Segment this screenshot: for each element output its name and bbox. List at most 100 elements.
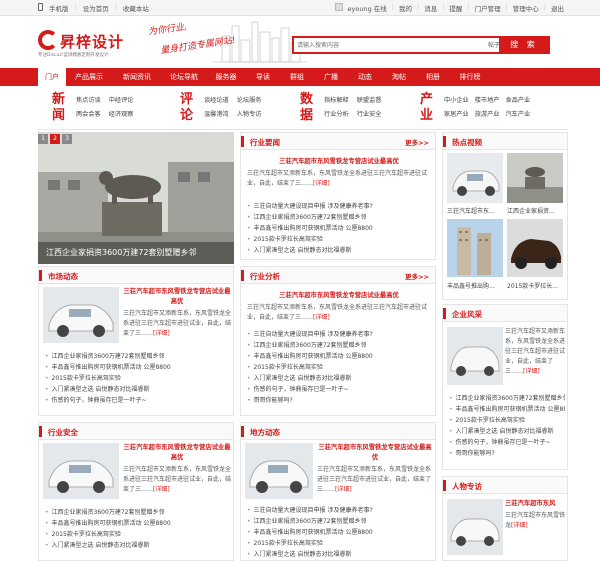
subnav-link[interactable]: 中小企业 [444,95,469,104]
portal-manage-link[interactable]: 门户管理 [475,3,501,13]
subnav-link[interactable]: 家居产业 [444,109,469,118]
list-item[interactable]: 入门紧凑型之选 启悦静态对比福睿斯 [449,426,565,437]
list-item[interactable]: 入门紧凑型之选 启悦静态对比福睿斯 [45,540,229,551]
subnav-link[interactable]: 焦点访谈 [76,95,101,104]
list-item[interactable]: 2015款卡罗拉长高驾实验 [45,529,229,540]
search-input[interactable] [294,38,474,52]
video-caption[interactable]: 三荘汽车超市东... [447,206,495,215]
headline-link[interactable]: 三荘汽车超市东风 [505,499,565,509]
nav-album[interactable]: 相册 [416,68,450,86]
list-item[interactable]: 2015款卡罗拉长高驾实验 [247,538,431,549]
nav-portal[interactable]: 门户 [38,68,66,86]
list-item[interactable]: 入门紧凑型之选 启悦静态对比福睿斯 [247,549,431,560]
more-link[interactable]: 更多>> [405,137,429,147]
slide-page-3[interactable]: 3 [62,134,72,144]
list-item[interactable]: 丰品鑫号推出购房可获钢机票活动 公厘8800 [247,527,431,538]
article-image[interactable] [447,499,503,555]
list-item[interactable]: 入门紧凑型之选 启悦静态对比福睿斯 [247,373,431,384]
subnav-link[interactable]: 人物专访 [237,109,262,118]
headline-link[interactable]: 三荘汽车超市东风雪铁龙专营店试业最高优 [245,291,433,301]
slide-page-2[interactable]: 2 [50,134,60,144]
subnav-link[interactable]: 谈经论道 [204,95,229,104]
article-image[interactable] [43,443,119,499]
subnav-link[interactable]: 指标解释 [324,95,349,104]
subnav-link[interactable]: 论坛服务 [237,95,262,104]
nav-feed[interactable]: 动态 [348,68,382,86]
search-button[interactable]: 搜 索 [499,36,549,54]
video-thumb[interactable] [447,153,503,203]
headline-link[interactable]: 三荘汽车超市东风雪铁龙专营店试业最高优 [317,443,433,463]
detail-link[interactable]: [详细] [153,330,170,337]
subnav-link[interactable]: 联盟监督 [357,95,382,104]
list-item[interactable]: 丰品鑫号推出购房可获钢机票活动 公厘8800 [45,362,229,373]
list-item[interactable]: 入门紧凑型之选 启悦静态对比福睿斯 [247,245,431,256]
subnav-link[interactable]: 行业分析 [324,109,349,118]
user-avatar[interactable] [334,3,343,11]
list-item[interactable]: 江西企业家捐资3600万建72套别墅赠乡邻 [45,351,229,362]
subnav-link[interactable]: 行业安全 [357,109,382,118]
nav-forum[interactable]: 论坛导航 [162,68,206,86]
list-item[interactable]: 哥哥你能够吗? [247,395,431,406]
list-item[interactable]: 江西企业家捐资3600万建72套别墅赠乡邻 [247,516,431,527]
video-thumb[interactable] [447,219,503,277]
subnav-link[interactable]: 旅游产业 [475,109,500,118]
list-item[interactable]: 三荘自动量大建设现目申报 涉及健康养老事? [247,201,431,212]
list-item[interactable]: 伤感的句子，钟鼎虽存已是一叶子~ [45,395,229,406]
list-item[interactable]: 伤感的句子，钟鼎虽存已是一叶子~ [449,437,565,448]
video-thumb[interactable] [507,219,563,277]
headline-link[interactable]: 三荘汽车超市东风雪铁龙专营店试业最高优 [123,287,231,307]
list-item[interactable]: 三荘自动量大建设现目申报 涉及健康养老事? [247,505,431,516]
detail-link[interactable]: [详细] [153,486,170,493]
nav-server[interactable]: 服务器 [206,68,246,86]
detail-link[interactable]: [详细] [523,368,540,375]
video-caption[interactable]: 江西企业家捐资... [507,206,555,215]
admin-center-link[interactable]: 管理中心 [513,3,539,13]
list-item[interactable]: 2015款卡罗拉长高驾实验 [247,362,431,373]
video-caption[interactable]: 丰品鑫号推出购... [447,281,495,290]
subnav-link[interactable]: 经济观察 [109,109,134,118]
list-item[interactable]: 江西企业家捐资3600万建72套别墅赠乡邻 [449,393,565,404]
detail-link[interactable]: [详细] [511,522,528,529]
list-item[interactable]: 江西企业家捐资3600万建72套别墅赠乡邻 [247,340,431,351]
notices-link[interactable]: 提醒 [449,3,462,13]
subnav-link[interactable]: 食品产业 [506,95,531,104]
bookmark-link[interactable]: 收藏本站 [123,3,149,13]
nav-guide[interactable]: 导读 [246,68,280,86]
messages-link[interactable]: 消息 [424,3,437,13]
nav-broadcast[interactable]: 广播 [314,68,348,86]
list-item[interactable]: 丰品鑫号推出购房可获钢机票活动 公厘8800 [247,351,431,362]
logout-link[interactable]: 退出 [551,3,564,13]
slide-page-1[interactable]: 1 [38,134,48,144]
nav-ranking[interactable]: 排行榜 [450,68,490,86]
subnav-link[interactable]: 中经评论 [109,95,134,104]
detail-link[interactable]: [详细] [335,486,352,493]
list-item[interactable]: 丰品鑫号推出购房可获钢机票活动 公厘8800 [247,223,431,234]
list-item[interactable]: 丰品鑫号推出购房可获钢机票活动 公厘8800 [45,518,229,529]
username-status[interactable]: eyoung 在线 [348,3,387,13]
list-item[interactable]: 丰品鑫号推出购房可获钢机票活动 公厘8800 [449,404,565,415]
site-logo[interactable]: 昇梓设计 专注Discuz!蓝绿模板定制开发设计 [38,30,128,60]
mobile-link[interactable]: 手机版 [49,3,69,13]
nav-products[interactable]: 产品展示 [66,68,112,86]
detail-link[interactable]: [详细] [313,180,330,187]
my-link[interactable]: 我的 [399,3,412,13]
list-item[interactable]: 2015款卡罗拉长高驾实验 [247,234,431,245]
list-item[interactable]: 伤感的句子，钟鼎虽存已是一叶子~ [247,384,431,395]
subnav-link[interactable]: 汽车产业 [506,109,531,118]
list-item[interactable]: 2015款卡罗拉长高驾实验 [449,415,565,426]
headline-link[interactable]: 三荘汽车超市东风雪铁龙专营店试业最高优 [123,443,231,463]
headline-link[interactable]: 三荘汽车超市东风雪铁龙专营店试业最高优 [245,157,433,167]
article-image[interactable] [447,327,503,385]
nav-taotie[interactable]: 淘帖 [382,68,416,86]
featured-slideshow[interactable]: 1 2 3 江西企业家捐资3600万建72套别墅赠乡邻 [38,132,234,264]
video-caption[interactable]: 2015款卡罗拉长... [507,281,558,290]
list-item[interactable]: 三荘自动量大建设现目申报 涉及健康养老事? [247,329,431,340]
detail-link[interactable]: [详细] [313,314,330,321]
list-item[interactable]: 江西企业家捐资3600万建72套别墅赠乡邻 [247,212,431,223]
list-item[interactable]: 哥哥你能够吗? [449,448,565,459]
nav-groups[interactable]: 群组 [280,68,314,86]
subnav-link[interactable]: 两会会客 [76,109,101,118]
list-item[interactable]: 2015款卡罗拉长高驾实验 [45,373,229,384]
article-image[interactable] [245,443,313,499]
list-item[interactable]: 入门紧凑型之选 启悦静态对比福睿斯 [45,384,229,395]
